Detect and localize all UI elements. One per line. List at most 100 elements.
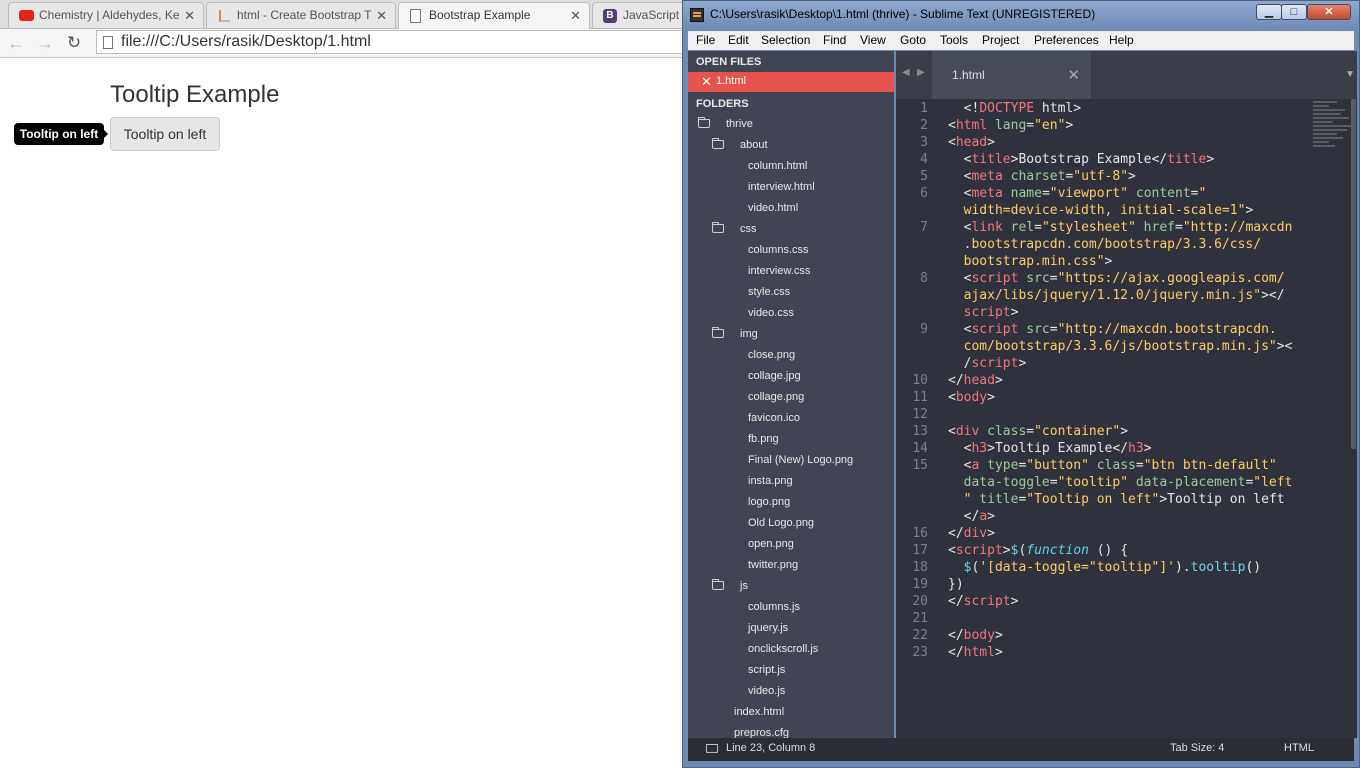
close-icon[interactable]: ✕ bbox=[376, 8, 387, 24]
tree-file[interactable]: video.css bbox=[748, 303, 794, 324]
window-title: C:\Users\rasik\Desktop\1.html (thrive) -… bbox=[710, 7, 1096, 21]
close-icon[interactable]: ✕ bbox=[701, 74, 712, 90]
tree-file[interactable]: onclickscroll.js bbox=[748, 639, 818, 660]
sublime-app-icon bbox=[690, 8, 704, 22]
tree-file[interactable]: logo.png bbox=[748, 492, 790, 513]
code-token: </ bbox=[948, 526, 964, 541]
open-file-item[interactable]: ✕ 1.html bbox=[688, 72, 894, 92]
menu-preferences[interactable]: Preferences bbox=[1034, 33, 1099, 47]
tree-file[interactable]: video.html bbox=[748, 198, 798, 219]
tree-file[interactable]: prepros.cfg bbox=[734, 723, 789, 738]
tree-file[interactable]: script.js bbox=[748, 660, 785, 681]
code-token: data-placement bbox=[1128, 475, 1246, 490]
syntax-indicator[interactable]: HTML bbox=[1284, 742, 1314, 754]
page-icon bbox=[103, 36, 113, 49]
code-token: >Tooltip on left bbox=[1159, 492, 1285, 507]
code-token: html bbox=[955, 118, 988, 133]
tree-file[interactable]: video.js bbox=[748, 681, 785, 702]
code-token: meta bbox=[971, 186, 1003, 201]
minimap[interactable] bbox=[1313, 99, 1353, 179]
code-line: <link rel="stylesheet" href="http://maxc… bbox=[948, 219, 1293, 236]
tree-file[interactable]: style.css bbox=[748, 282, 790, 303]
browser-tab-html-bootstrap[interactable]: html - Create Bootstrap T ✕ bbox=[206, 2, 396, 28]
code-token: > bbox=[994, 645, 1003, 660]
code-line: <meta name="viewport" content=" bbox=[948, 185, 1207, 202]
code-line: data-toggle="tooltip" data-placement="le… bbox=[948, 474, 1293, 491]
address-bar[interactable]: file:///C:/Users/rasik/Desktop/1.html bbox=[96, 30, 682, 54]
menu-selection[interactable]: Selection bbox=[761, 33, 810, 47]
tab-size-indicator[interactable]: Tab Size: 4 bbox=[1170, 742, 1224, 754]
editor-tab[interactable]: 1.html ✕ bbox=[932, 51, 1091, 99]
browser-tab-javascript[interactable]: B JavaScript bbox=[592, 2, 682, 28]
tooltip-demo-button[interactable]: Tooltip on left bbox=[110, 117, 220, 151]
line-number: 3 bbox=[920, 135, 928, 150]
line-number: 12 bbox=[912, 407, 928, 422]
code-token: script bbox=[963, 594, 1011, 609]
panel-toggle-icon[interactable] bbox=[706, 744, 718, 753]
code-token: > bbox=[1206, 152, 1215, 167]
code-token: src bbox=[1018, 271, 1050, 286]
tab-dropdown-icon[interactable]: ▼ bbox=[1345, 69, 1355, 80]
editor-scrollbar[interactable] bbox=[1351, 99, 1356, 449]
code-token: html bbox=[963, 645, 995, 660]
close-window-button[interactable]: ✕ bbox=[1307, 4, 1351, 20]
menu-project[interactable]: Project bbox=[982, 33, 1019, 47]
menu-view[interactable]: View bbox=[860, 33, 886, 47]
tree-file[interactable]: Final (New) Logo.png bbox=[748, 450, 853, 471]
code-token: > bbox=[987, 390, 995, 405]
minimize-button[interactable]: ▁ bbox=[1256, 4, 1282, 20]
menu-file[interactable]: File bbox=[696, 33, 715, 47]
tree-file[interactable]: favicon.ico bbox=[748, 408, 800, 429]
browser-tab-bootstrap-example[interactable]: Bootstrap Example ✕ bbox=[398, 2, 590, 29]
tree-file[interactable]: insta.png bbox=[748, 471, 793, 492]
menu-goto[interactable]: Goto bbox=[900, 33, 926, 47]
code-line: <a type="button" class="btn btn-default" bbox=[948, 457, 1277, 474]
close-icon[interactable]: ✕ bbox=[570, 8, 581, 24]
code-token: = bbox=[1034, 220, 1042, 235]
tree-file[interactable]: columns.js bbox=[748, 597, 800, 618]
code-token: ajax/libs/jquery/1.12.0/jquery.min.js" bbox=[948, 288, 1262, 303]
code-token: script bbox=[971, 271, 1019, 286]
sublime-window: C:\Users\rasik\Desktop\1.html (thrive) -… bbox=[682, 0, 1360, 768]
code-area[interactable]: 1 <!DOCTYPE html> 2 <html lang="en"> 3 <head… bbox=[896, 99, 1357, 738]
back-arrow-icon[interactable]: ← bbox=[4, 31, 28, 55]
code-token: width=device-width, initial-scale=1" bbox=[948, 203, 1246, 218]
tree-file[interactable]: index.html bbox=[734, 702, 784, 723]
line-number: 11 bbox=[912, 390, 928, 405]
line-number bbox=[896, 491, 928, 508]
tree-file[interactable]: open.png bbox=[748, 534, 794, 555]
code-token: > bbox=[987, 509, 995, 524]
browser-tab-chemistry[interactable]: Chemistry | Aldehydes, Ke ✕ bbox=[8, 2, 204, 28]
tree-file[interactable]: interview.css bbox=[748, 261, 810, 282]
code-token: lang bbox=[987, 118, 1027, 133]
tree-file[interactable]: fb.png bbox=[748, 429, 779, 450]
close-icon[interactable]: ✕ bbox=[184, 8, 195, 24]
code-token: < bbox=[948, 220, 972, 235]
line-number bbox=[896, 253, 928, 270]
tab-prev-icon[interactable]: ◀ bbox=[902, 67, 910, 78]
tree-file[interactable]: close.png bbox=[748, 345, 795, 366]
tree-file[interactable]: twitter.png bbox=[748, 555, 798, 576]
tab-next-icon[interactable]: ▶ bbox=[917, 67, 925, 78]
menu-find[interactable]: Find bbox=[823, 33, 846, 47]
code-token: "stylesheet" bbox=[1041, 220, 1136, 235]
code-token: > bbox=[994, 628, 1003, 643]
tree-file[interactable]: collage.png bbox=[748, 387, 804, 408]
tree-file[interactable]: columns.css bbox=[748, 240, 809, 261]
forward-arrow-icon[interactable]: → bbox=[33, 31, 57, 55]
tree-file[interactable]: interview.html bbox=[748, 177, 815, 198]
tree-file[interactable]: column.html bbox=[748, 156, 807, 177]
tree-file[interactable]: collage.jpg bbox=[748, 366, 801, 387]
menu-tools[interactable]: Tools bbox=[940, 33, 968, 47]
tree-file[interactable]: jquery.js bbox=[748, 618, 788, 639]
reload-icon[interactable]: ↻ bbox=[62, 31, 86, 55]
code-token: <! bbox=[948, 101, 980, 116]
menu-help[interactable]: Help bbox=[1109, 33, 1134, 47]
tree-file[interactable]: Old Logo.png bbox=[748, 513, 814, 534]
code-token: link bbox=[971, 220, 1003, 235]
menu-edit[interactable]: Edit bbox=[728, 33, 749, 47]
line-number bbox=[896, 236, 928, 253]
editor-pane: ◀ ▶ 1.html ✕ ▼ 1 <!DOCTYPE html> 2 <html l… bbox=[896, 51, 1357, 738]
maximize-button[interactable]: □ bbox=[1281, 4, 1307, 20]
close-icon[interactable]: ✕ bbox=[1067, 66, 1080, 84]
